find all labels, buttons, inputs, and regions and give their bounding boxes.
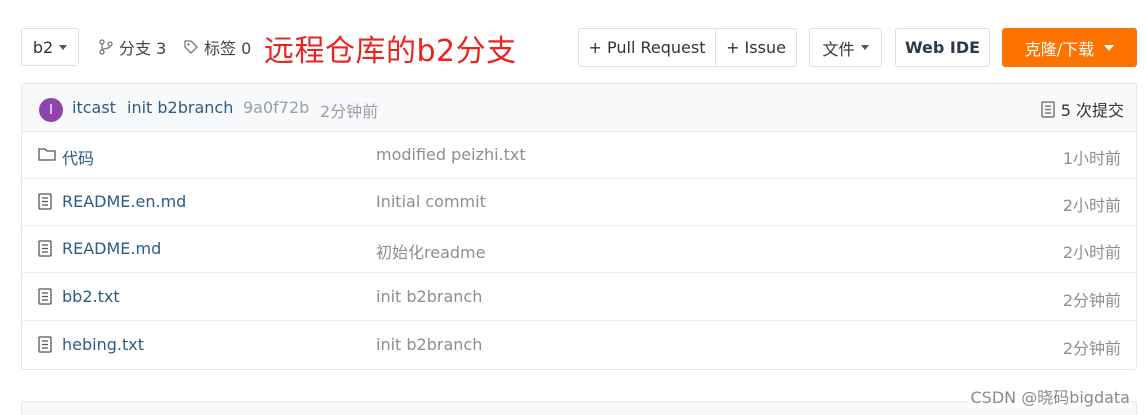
files-label: 文件 (822, 39, 855, 59)
file-time: 2小时前 (1062, 243, 1121, 262)
avatar[interactable]: I (39, 98, 63, 122)
file-commit-message[interactable]: 初始化readme (376, 239, 485, 263)
file-time: 2小时前 (1062, 196, 1121, 215)
commit-count-link[interactable]: 5 次提交 (1041, 97, 1124, 121)
tag-icon (184, 40, 198, 54)
file-time: 2分钟前 (1062, 339, 1121, 358)
annotation-text: 远程仓库的b2分支 (264, 34, 517, 69)
pull-request-button[interactable]: + Pull Request (579, 29, 716, 66)
file-name[interactable]: bb2.txt (62, 287, 120, 306)
latest-commit-bar: I itcast init b2branch 9a0f72b 2分钟前 5 次提… (22, 84, 1136, 132)
chevron-down-icon (59, 44, 68, 50)
branches-link[interactable]: 分支 3 (98, 36, 166, 58)
file-row[interactable]: 代码 modified peizhi.txt 1小时前 (22, 132, 1136, 179)
file-commit-message[interactable]: init b2branch (376, 335, 482, 354)
file-icon (38, 288, 52, 309)
file-row[interactable]: README.en.md Initial commit 2小时前 (22, 179, 1136, 226)
branches-label: 分支 3 (119, 39, 167, 58)
file-time: 2分钟前 (1062, 291, 1121, 310)
commit-message[interactable]: init b2branch (127, 98, 233, 117)
file-name[interactable]: hebing.txt (62, 335, 144, 354)
branch-icon (99, 39, 113, 55)
file-browser: I itcast init b2branch 9a0f72b 2分钟前 5 次提… (21, 83, 1137, 370)
pr-issue-group: + Pull Request + Issue (578, 28, 797, 67)
branch-select-label: b2 (32, 37, 54, 57)
commit-hash[interactable]: 9a0f72b (243, 98, 309, 117)
repo-toolbar: b2 分支 3 标签 0 远程仓库的b2分支 + Pull Request + … (0, 0, 1146, 80)
commit-time: 2分钟前 (320, 102, 379, 121)
file-row[interactable]: hebing.txt init b2branch 2分钟前 (22, 322, 1136, 369)
watermark: CSDN @晓码bigdata (968, 384, 1132, 408)
chevron-down-icon (1104, 44, 1115, 51)
repo-page: b2 分支 3 标签 0 远程仓库的b2分支 + Pull Request + … (0, 0, 1146, 415)
chevron-down-icon (860, 45, 869, 50)
branch-select[interactable]: b2 (21, 28, 79, 66)
file-icon (38, 336, 52, 357)
file-icon (38, 240, 52, 261)
document-icon (1041, 100, 1055, 118)
files-dropdown[interactable]: 文件 (809, 28, 882, 67)
clone-download-button[interactable]: 克隆/下载 (1002, 28, 1137, 67)
tags-label: 标签 0 (204, 39, 252, 58)
file-icon (38, 193, 52, 214)
tags-link[interactable]: 标签 0 (183, 36, 251, 58)
issue-button[interactable]: + Issue (716, 29, 796, 66)
file-name[interactable]: 代码 (62, 145, 94, 169)
file-commit-message[interactable]: Initial commit (376, 192, 486, 211)
file-commit-message[interactable]: init b2branch (376, 287, 482, 306)
file-time: 1小时前 (1062, 149, 1121, 168)
clone-label: 克隆/下载 (1024, 39, 1095, 59)
file-row[interactable]: README.md 初始化readme 2小时前 (22, 226, 1136, 273)
file-name[interactable]: README.en.md (62, 192, 186, 211)
commit-count-label: 5 次提交 (1060, 101, 1124, 120)
commit-author[interactable]: itcast (72, 98, 116, 117)
web-ide-button[interactable]: Web IDE (895, 28, 990, 67)
file-row[interactable]: bb2.txt init b2branch 2分钟前 (22, 274, 1136, 321)
file-name[interactable]: README.md (62, 239, 161, 258)
folder-icon (38, 146, 56, 166)
file-commit-message[interactable]: modified peizhi.txt (376, 145, 526, 164)
